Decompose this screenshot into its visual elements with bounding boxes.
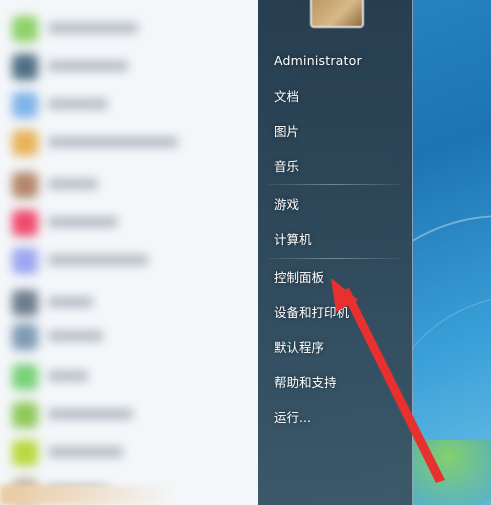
programs-list — [0, 0, 258, 505]
start-menu: Administrator 文档 图片 音乐 游戏 计算机 控制面板 设备和打印… — [0, 0, 413, 505]
menu-item-devices-and-printers[interactable]: 设备和打印机 — [264, 297, 404, 325]
menu-item-help-and-support[interactable]: 帮助和支持 — [264, 367, 404, 395]
program-item[interactable] — [12, 438, 242, 466]
program-item[interactable] — [12, 170, 242, 198]
menu-item-run[interactable]: 运行... — [264, 402, 404, 430]
menu-item-games[interactable]: 游戏 — [264, 189, 404, 217]
menu-item-computer[interactable]: 计算机 — [264, 224, 404, 252]
menu-item-default-programs[interactable]: 默认程序 — [264, 332, 404, 360]
desktop: Administrator 文档 图片 音乐 游戏 计算机 控制面板 设备和打印… — [0, 0, 491, 505]
program-item[interactable] — [12, 246, 242, 274]
start-menu-right-pane: Administrator 文档 图片 音乐 游戏 计算机 控制面板 设备和打印… — [258, 0, 412, 505]
user-avatar[interactable] — [310, 0, 364, 28]
separator — [268, 184, 400, 185]
menu-item-pictures[interactable]: 图片 — [264, 116, 404, 144]
menu-item-control-panel[interactable]: 控制面板 — [264, 262, 404, 290]
menu-item-username[interactable]: Administrator — [264, 46, 404, 74]
program-item[interactable] — [12, 208, 242, 236]
program-item[interactable] — [12, 52, 242, 80]
programs-footer — [0, 485, 258, 505]
program-item[interactable] — [12, 128, 242, 156]
program-item[interactable] — [12, 288, 242, 316]
program-item[interactable] — [12, 362, 242, 390]
program-item[interactable] — [12, 14, 242, 42]
program-item[interactable] — [12, 400, 242, 428]
desktop-wallpaper — [400, 0, 491, 505]
program-item[interactable] — [12, 322, 242, 350]
menu-item-music[interactable]: 音乐 — [264, 151, 404, 179]
separator — [268, 258, 400, 259]
menu-item-documents[interactable]: 文档 — [264, 81, 404, 109]
program-item[interactable] — [12, 90, 242, 118]
